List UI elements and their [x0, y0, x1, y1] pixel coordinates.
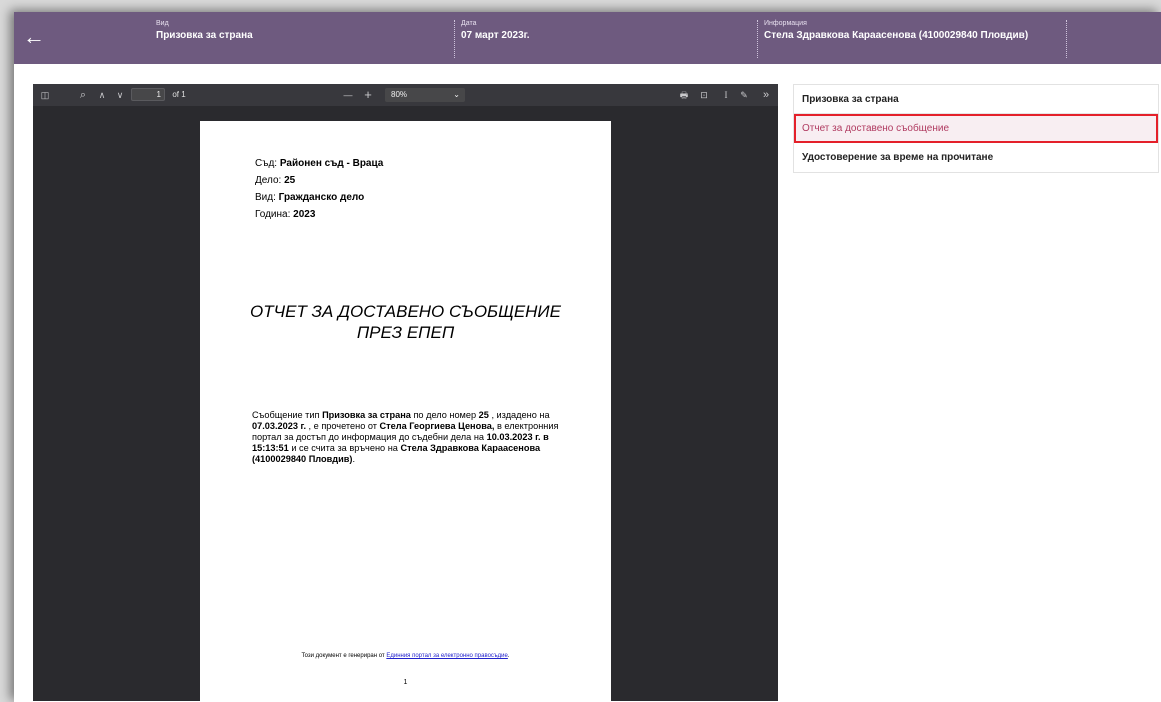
info-value: Стела Здравкова Караасенова (4100029840 … [764, 30, 1029, 41]
sidebar-toggle-icon[interactable]: ◫ [37, 87, 53, 103]
date-value: 07 март 2023г. [461, 30, 530, 41]
body-text: Съобщение тип [252, 410, 323, 420]
more-tools-icon[interactable]: » [759, 87, 773, 103]
year-value: 2023 [293, 209, 316, 220]
kind-value: Гражданско дело [278, 192, 365, 203]
pdf-toolbar: ◫ ⌕ ∧ ∨ 1 of 1 — + 80% ⌄ 🖶 ⊡ I ✎ » [33, 84, 778, 106]
body-bold: Призовка за страна [322, 410, 411, 420]
pdf-viewer: ◫ ⌕ ∧ ∨ 1 of 1 — + 80% ⌄ 🖶 ⊡ I ✎ » Съд: … [33, 84, 778, 701]
case-meta: Съд: Районен съд - Враца Дело: 25 Вид: Г… [255, 155, 383, 223]
text-select-icon[interactable]: I [719, 87, 733, 103]
body-text: и се счита за връчено на [288, 443, 401, 453]
document-title: ОТЧЕТ ЗА ДОСТАВЕНО СЪОБЩЕНИЕ ПРЕЗ ЕПЕП [200, 301, 611, 343]
header-divider [1066, 20, 1067, 58]
info-label: Информация [764, 20, 807, 27]
date-label: Дата [461, 20, 477, 27]
type-value: Призовка за страна [156, 30, 253, 41]
body-bold: 07.03.2023 г. [252, 421, 306, 431]
document-item[interactable]: Удостоверение за време на прочитане [794, 143, 1158, 172]
year-label: Година: [255, 209, 291, 220]
date-column: Дата 07 март 2023г. [461, 19, 530, 43]
search-icon[interactable]: ⌕ [75, 87, 91, 103]
previous-page-icon[interactable]: ∧ [95, 87, 109, 103]
zoom-out-icon[interactable]: — [341, 87, 355, 103]
next-page-icon[interactable]: ∨ [113, 87, 127, 103]
body-bold: 25 [478, 410, 489, 420]
info-column: Информация Стела Здравкова Караасенова (… [764, 19, 1028, 43]
download-icon[interactable]: ⊡ [697, 87, 711, 103]
draw-icon[interactable]: ✎ [737, 87, 751, 103]
document-item[interactable]: Призовка за страна [794, 85, 1158, 114]
header-divider [757, 20, 758, 58]
case-label: Дело: [255, 175, 282, 186]
header-bar: ← Вид Призовка за страна Дата 07 март 20… [14, 12, 1161, 64]
document-body: Съобщение тип Призовка за страна по дело… [252, 410, 568, 465]
title-line: ПРЕЗ ЕПЕП [356, 323, 455, 342]
court-label: Съд: [255, 158, 278, 169]
page-number: 1 [403, 679, 408, 686]
body-text: , е прочетено от [306, 421, 380, 431]
type-label: Вид [156, 20, 169, 27]
footer-end: . [507, 653, 510, 659]
body-text: , издадено на [488, 410, 550, 420]
portal-link[interactable]: Единния портал за електронно правосъдие [386, 653, 508, 659]
chevron-down-icon: ⌄ [453, 90, 460, 99]
footer-text: Този документ е генериран от [301, 653, 387, 659]
kind-label: Вид: [255, 192, 276, 203]
pdf-page: Съд: Районен съд - Враца Дело: 25 Вид: Г… [200, 121, 611, 701]
body-text: по дело номер [410, 410, 479, 420]
zoom-value: 80% [391, 90, 408, 99]
zoom-in-icon[interactable]: + [361, 87, 375, 103]
app-window: ← Вид Призовка за страна Дата 07 март 20… [14, 12, 1161, 702]
title-line: ОТЧЕТ ЗА ДОСТАВЕНО СЪОБЩЕНИЕ [250, 302, 561, 321]
body-bold: Стела Георгиева Ценова, [379, 421, 495, 431]
zoom-select[interactable]: 80% ⌄ [385, 88, 465, 102]
case-value: 25 [284, 175, 296, 186]
document-item-active[interactable]: Отчет за доставено съобщение [794, 114, 1158, 143]
print-icon[interactable]: 🖶 [677, 87, 691, 103]
page-total: of 1 [172, 90, 186, 99]
court-value: Районен съд - Враца [279, 158, 384, 169]
page-number-input[interactable]: 1 [131, 88, 165, 101]
back-arrow-icon[interactable]: ← [22, 26, 46, 50]
type-column: Вид Призовка за страна [156, 19, 253, 43]
document-list: Призовка за страна Отчет за доставено съ… [793, 84, 1159, 173]
generated-note: Този документ е генериран от Единния пор… [200, 653, 611, 659]
header-divider [454, 20, 455, 58]
body-text: . [352, 454, 356, 464]
